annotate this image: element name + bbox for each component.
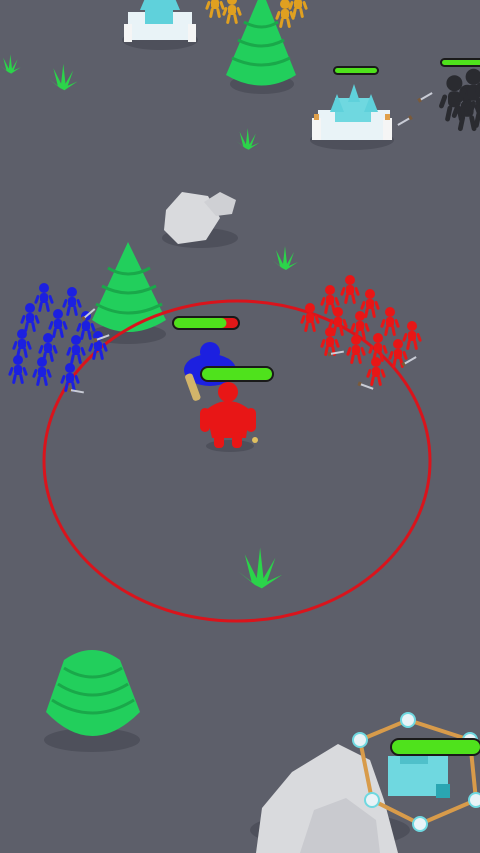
player-hero-health-bar <box>200 366 274 382</box>
player-base-health-bar <box>390 738 480 756</box>
game-scene[interactable] <box>0 0 480 853</box>
castle-health-bar <box>333 66 379 75</box>
battlefield[interactable] <box>0 0 480 853</box>
enemy-hero-health-bar <box>172 316 240 330</box>
dark-army-health-bar <box>440 58 480 67</box>
